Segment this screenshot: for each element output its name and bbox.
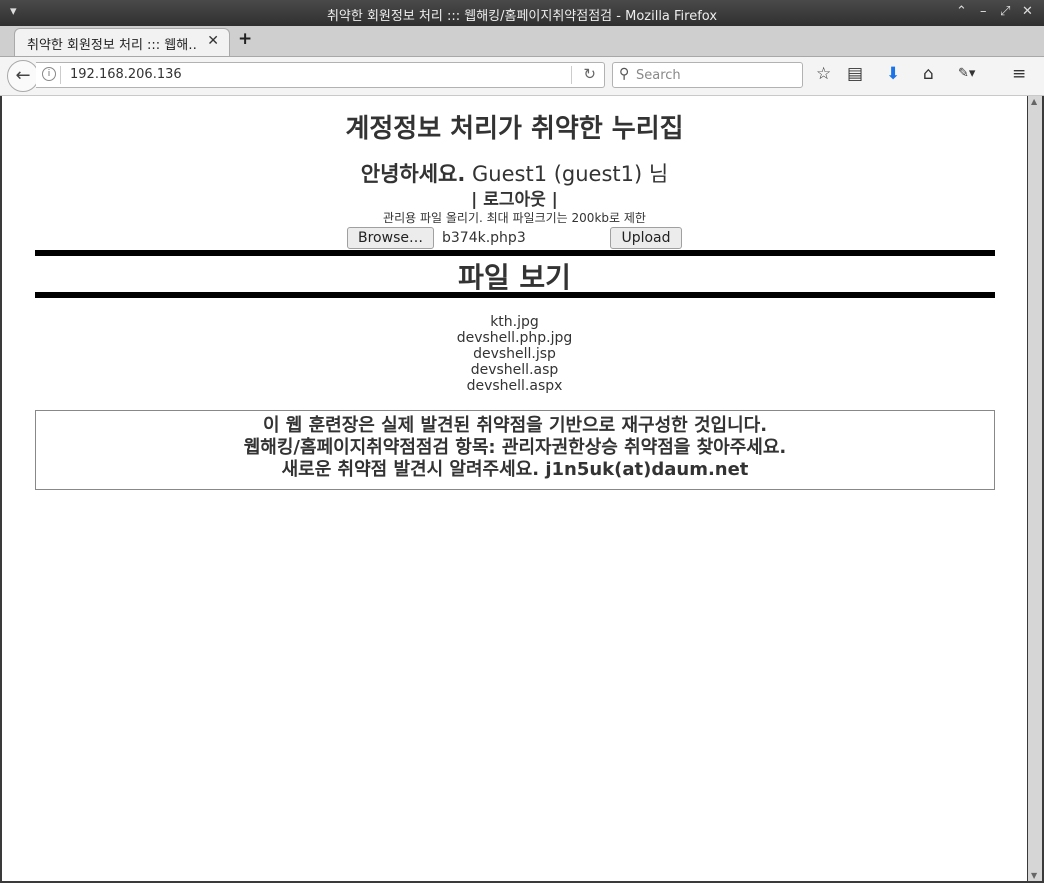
notice-box: 이 웹 훈련장은 실제 발견된 취약점을 기반으로 재구성한 것입니다. 웹해킹… [35, 410, 995, 490]
window-titlebar: ▾ 취약한 회원정보 처리 ::: 웹해킹/홈페이지취약점점검 - Mozill… [0, 0, 1044, 26]
back-arrow-icon: ← [15, 65, 31, 86]
hamburger-menu-icon[interactable]: ≡ [1012, 64, 1026, 84]
selected-file-name: b374k.php3 [442, 230, 526, 246]
reload-icon[interactable]: ↻ [583, 65, 596, 83]
logout-link[interactable]: | 로그아웃 | [2, 185, 1027, 210]
vertical-scrollbar[interactable]: ▲ ▼ [1028, 96, 1042, 881]
url-text[interactable]: 192.168.206.136 [70, 67, 182, 82]
close-tab-icon[interactable]: ✕ [207, 33, 219, 49]
file-link[interactable]: devshell.jsp [2, 346, 1027, 362]
search-icon: ⚲ [619, 66, 630, 82]
greeting-prefix: 안녕하세요. [360, 162, 466, 186]
home-icon[interactable]: ⌂ [923, 64, 934, 84]
navigation-toolbar: ← i 192.168.206.136 ↻ ⚲ Search ☆ ▤ ⬇ ⌂ ✎… [0, 57, 1044, 96]
search-placeholder: Search [636, 68, 681, 83]
upload-button[interactable]: Upload [610, 227, 682, 249]
bookmark-star-icon[interactable]: ☆ [816, 64, 831, 84]
tab-bar: 취약한 회원정보 처리 ::: 웹해… ✕ + [0, 26, 1044, 57]
file-link[interactable]: devshell.php.jpg [2, 330, 1027, 346]
notice-line: 이 웹 훈련장은 실제 발견된 취약점을 기반으로 재구성한 것입니다. [262, 415, 768, 436]
notice-line: 웹해킹/홈페이지취약점점검 항목: 관리자권한상승 취약점을 찾아주세요. [243, 437, 787, 458]
new-tab-icon[interactable]: + [238, 29, 252, 49]
scroll-up-icon[interactable]: ▲ [1031, 97, 1037, 106]
url-bar[interactable]: i 192.168.206.136 ↻ [36, 62, 605, 88]
upload-note: 관리용 파일 올리기. 최대 파일크기는 200kb로 제한 [383, 211, 646, 225]
minimize-icon[interactable]: – [980, 4, 987, 19]
upload-form: Browse… b374k.php3 Upload [347, 227, 687, 249]
window-title: 취약한 회원정보 처리 ::: 웹해킹/홈페이지취약점점검 - Mozilla … [326, 9, 718, 24]
files-heading: 파일 보기 [458, 261, 571, 294]
search-input[interactable]: ⚲ Search [612, 62, 803, 88]
back-button[interactable]: ← [7, 60, 39, 92]
greeting: 안녕하세요. Guest1 (guest1) 님 [2, 158, 1027, 188]
file-link[interactable]: kth.jpg [2, 314, 1027, 330]
scroll-down-icon[interactable]: ▼ [1031, 871, 1037, 880]
greeting-suffix: 님 [648, 162, 669, 186]
greeting-user: Guest1 (guest1) [472, 162, 643, 186]
extension-icon[interactable]: ✎▾ [958, 66, 975, 81]
downloads-icon[interactable]: ⬇ [886, 64, 900, 84]
close-window-icon[interactable]: ✕ [1022, 4, 1033, 19]
page-content: 계정정보 처리가 취약한 누리집 안녕하세요. Guest1 (guest1) … [2, 96, 1027, 881]
reload-separator [571, 66, 572, 84]
file-link[interactable]: devshell.asp [2, 362, 1027, 378]
url-separator [60, 66, 61, 84]
site-info-icon[interactable]: i [42, 67, 56, 81]
window-shade-icon[interactable]: ⌃ [956, 4, 967, 19]
divider-bottom [35, 292, 995, 298]
browse-button[interactable]: Browse… [347, 227, 434, 249]
file-link[interactable]: devshell.aspx [2, 378, 1027, 394]
tab-current[interactable]: 취약한 회원정보 처리 ::: 웹해… ✕ [14, 28, 230, 56]
page-title: 계정정보 처리가 취약한 누리집 [345, 114, 684, 144]
tab-label: 취약한 회원정보 처리 ::: 웹해… [27, 38, 197, 53]
file-list: kth.jpg devshell.php.jpg devshell.jsp de… [2, 314, 1027, 394]
reading-list-icon[interactable]: ▤ [847, 64, 863, 84]
maximize-icon[interactable]: ⤢ [1000, 4, 1010, 19]
notice-line: 새로운 취약점 발견시 알려주세요. j1n5uk(at)daum.net [281, 459, 749, 480]
